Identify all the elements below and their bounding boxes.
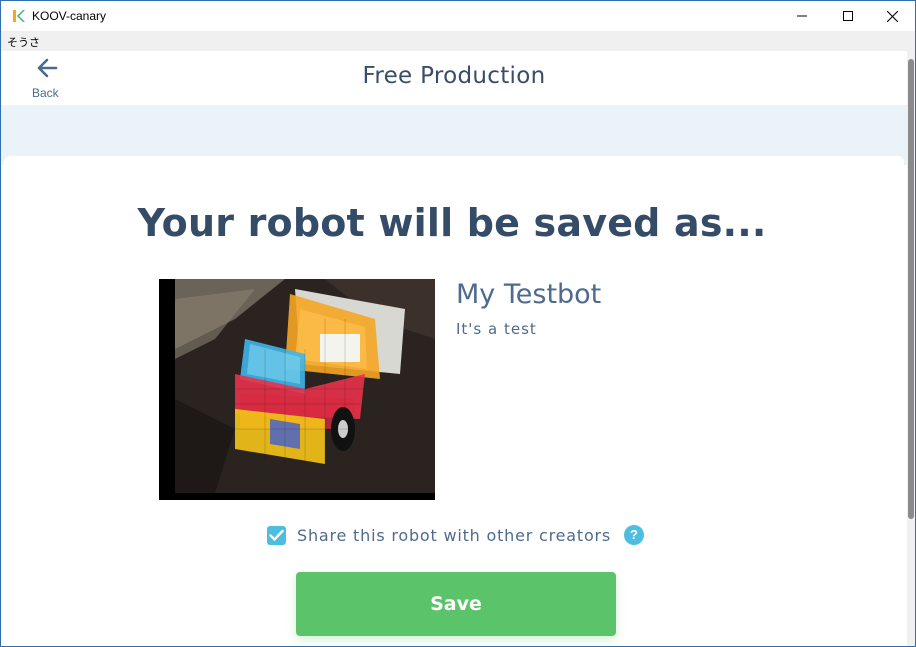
robot-image	[175, 279, 435, 493]
save-button[interactable]: Save	[296, 572, 616, 636]
close-icon	[886, 10, 898, 22]
minimize-icon	[797, 15, 807, 17]
maximize-button[interactable]	[825, 1, 871, 31]
maximize-icon	[843, 11, 853, 21]
menu-bar: そうさ	[1, 31, 915, 51]
share-option: Share this robot with other creators ?	[266, 524, 666, 548]
page-header: Back Free Production	[1, 51, 907, 105]
scrollbar-thumb[interactable]	[908, 59, 914, 519]
robot-description: It's a test	[456, 320, 537, 338]
vertical-scrollbar[interactable]	[907, 51, 915, 646]
share-checkbox[interactable]	[267, 526, 286, 545]
app-window: KOOV-canary そうさ Back Free Production You…	[0, 0, 916, 647]
robot-name: My Testbot	[456, 279, 602, 310]
share-label: Share this robot with other creators	[297, 526, 612, 545]
koov-logo-icon	[13, 10, 25, 22]
minimize-button[interactable]	[779, 1, 825, 31]
robot-photo	[159, 279, 435, 500]
help-icon[interactable]: ?	[624, 525, 644, 545]
save-heading: Your robot will be saved as...	[137, 201, 767, 245]
window-title: KOOV-canary	[32, 9, 107, 23]
title-bar[interactable]: KOOV-canary	[1, 1, 915, 31]
check-icon	[269, 529, 284, 541]
page-title: Free Production	[362, 63, 546, 89]
close-button[interactable]	[869, 1, 915, 31]
menu-item-sousa[interactable]: そうさ	[7, 34, 40, 50]
